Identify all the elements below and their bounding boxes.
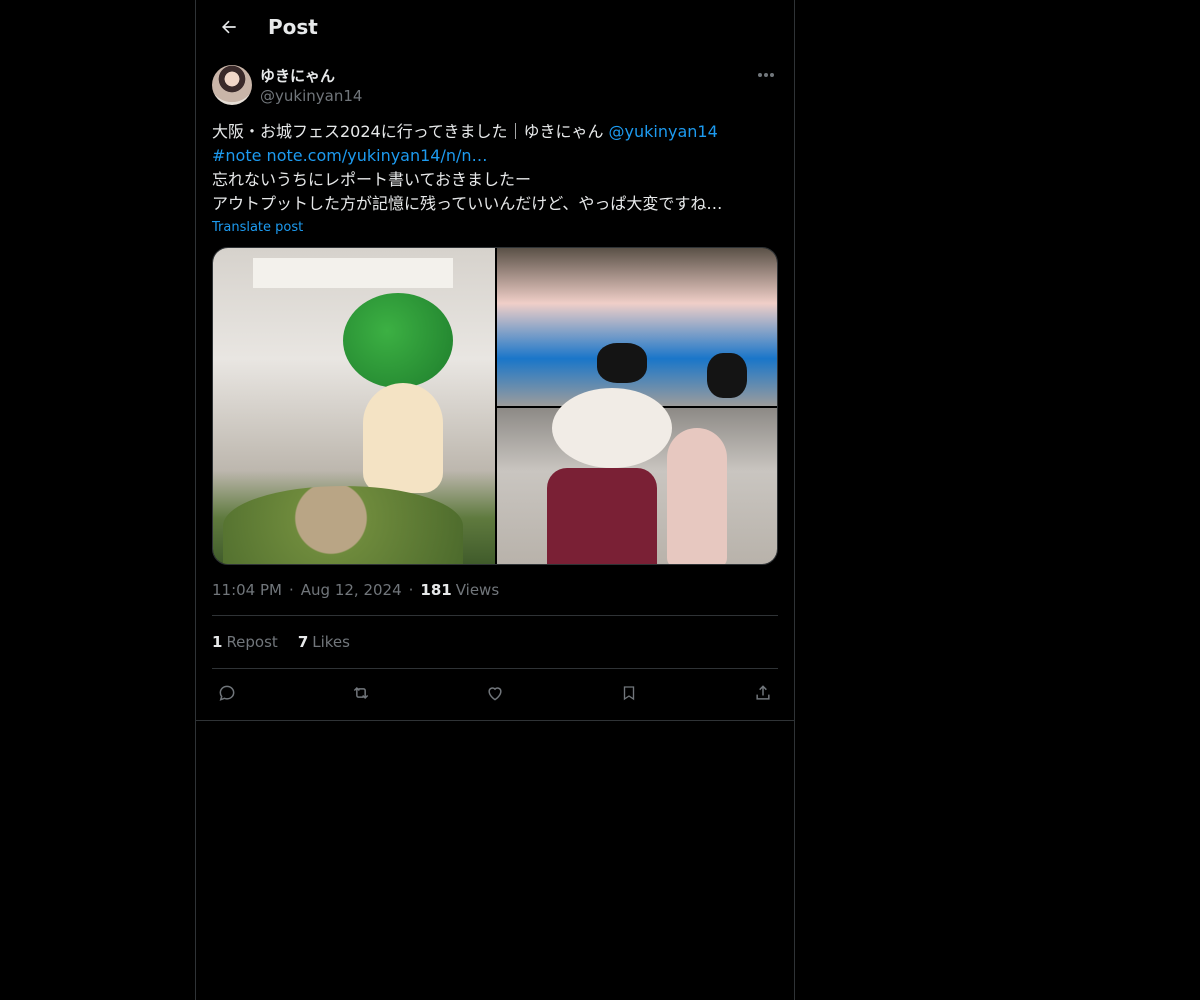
share-icon [756,685,770,700]
bookmark-icon [623,686,635,701]
tweet-line-1: 大阪・お城フェス2024に行ってきました｜ゆきにゃん @yukinyan14 [212,120,778,144]
photo-banner [253,258,453,288]
photo-glove-left [597,343,647,383]
reposts-label: Repost [226,633,278,651]
tweet-line-4: アウトプットした方が記憶に残っていいんだけど、やっぱ大変ですね… [212,194,723,213]
likes-count: 7 [297,633,309,651]
views-count: 181 [420,581,452,599]
author-row: ゆきにゃん @yukinyan14 [212,65,778,106]
like-button[interactable] [484,682,506,704]
page-title: Post [268,15,318,39]
photo-mascot-selfie[interactable] [497,388,777,564]
mention-link[interactable]: @yukinyan14 [609,122,718,141]
handle[interactable]: @yukinyan14 [260,86,362,106]
display-name[interactable]: ゆきにゃん [260,66,362,86]
reply-button[interactable] [216,682,238,704]
back-button[interactable] [212,10,246,44]
action-bar [212,669,778,717]
translate-post-link[interactable]: Translate post [212,220,778,235]
tweet-text: 大阪・お城フェス2024に行ってきました｜ゆきにゃん @yukinyan14 #… [212,120,778,216]
photo-mascot-castle-model[interactable] [213,248,495,564]
post-meta: 11:04 PM · Aug 12, 2024 · 181 Views [212,581,778,616]
photo-workshop[interactable] [497,248,777,406]
url-link[interactable]: note.com/yukinyan14/n/n… [267,146,488,165]
post-bottom-divider [196,720,794,721]
reply-icon [219,685,235,701]
likes-label: Likes [312,633,350,651]
views-label: Views [455,581,500,599]
meta-separator: · [288,581,294,599]
photo-mascot-head [343,293,453,388]
tweet-line-1-text: 大阪・お城フェス2024に行ってきました｜ゆきにゃん [212,122,609,141]
media-grid [212,247,778,565]
likes-stat[interactable]: 7 Likes [298,633,350,651]
hashtag-link[interactable]: #note [212,146,261,165]
post-date[interactable]: Aug 12, 2024 [301,581,402,599]
photo-mascot-robe [547,468,657,564]
author-names: ゆきにゃん @yukinyan14 [260,66,362,106]
engagement-stats: 1 Repost 7 Likes [212,616,778,669]
repost-button[interactable] [350,682,372,704]
share-button[interactable] [752,682,774,704]
photo-mascot-body [363,383,443,493]
reposts-stat[interactable]: 1 Repost [212,633,278,651]
heart-icon [488,687,502,701]
tweet-line-3: 忘れないうちにレポート書いておきましたー [212,170,532,189]
main-column: Post ゆきにゃん @yukinyan14 大阪・お城フェス2024に行ってき… [195,0,795,1000]
bookmark-button[interactable] [618,682,640,704]
photo-terrain-model [223,486,463,564]
photo-glove-right [707,353,747,398]
post: ゆきにゃん @yukinyan14 大阪・お城フェス2024に行ってきました｜ゆ… [196,65,794,717]
more-horizontal-icon [758,73,774,77]
tweet-line-2: #note note.com/yukinyan14/n/n… [212,144,778,168]
reposts-count: 1 [212,633,223,651]
post-time[interactable]: 11:04 PM [212,581,282,599]
repost-icon [353,686,369,700]
top-bar: Post [196,0,794,54]
more-button[interactable] [754,67,778,83]
photo-person [667,428,727,564]
photo-mascot-face [552,388,672,468]
meta-separator: · [408,581,414,599]
arrow-left-icon [222,20,236,34]
avatar[interactable] [212,65,252,105]
